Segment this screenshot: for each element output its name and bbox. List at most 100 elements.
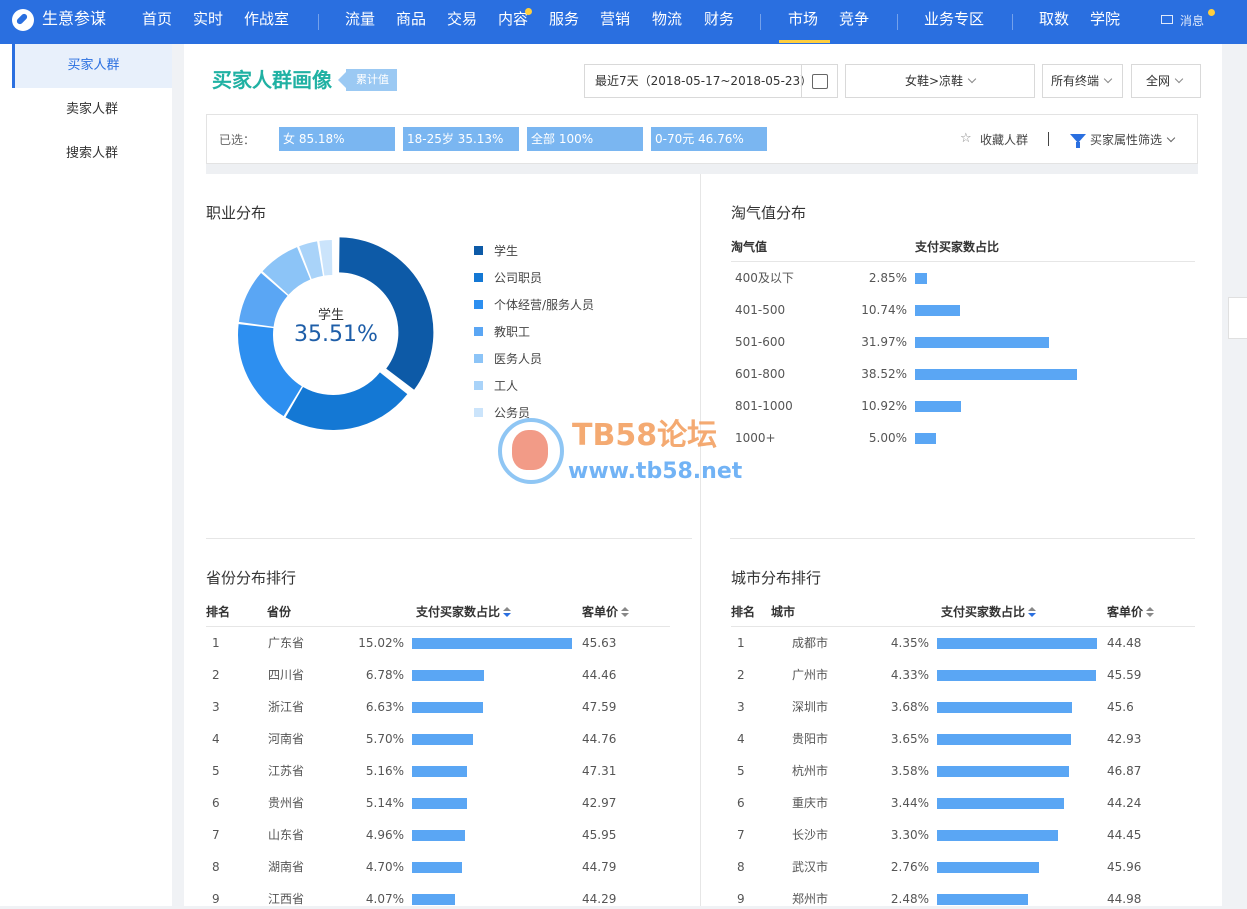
divider: [1048, 132, 1049, 146]
table-row[interactable]: 7 长沙市 3.30% 44.45: [731, 825, 1195, 845]
nav-products[interactable]: 商品: [396, 8, 426, 30]
city-col-price-sort[interactable]: 客单价: [1107, 603, 1155, 620]
nav-divider: [760, 14, 761, 30]
table-row[interactable]: 9 郑州市 2.48% 44.98: [731, 889, 1195, 909]
messages-link[interactable]: 消息: [1180, 12, 1204, 29]
table-row[interactable]: 6 贵州省 5.14% 42.97: [206, 793, 670, 813]
star-icon[interactable]: ☆: [960, 131, 972, 147]
sidebar-item-search-crowd[interactable]: 搜索人群: [12, 132, 172, 176]
nav-market[interactable]: 市场: [788, 8, 818, 30]
table-row[interactable]: 2 四川省 6.78% 44.46: [206, 665, 670, 685]
row-rank: 1: [212, 636, 220, 650]
selected-chip-gender[interactable]: 女 85.18%: [279, 127, 395, 151]
table-row[interactable]: 3 浙江省 6.63% 47.59: [206, 697, 670, 717]
buyer-attribute-filter-button[interactable]: 买家属性筛选: [1090, 131, 1176, 148]
page-title: 买家人群画像: [212, 68, 332, 92]
table-row[interactable]: 8 武汉市 2.76% 45.96: [731, 857, 1195, 877]
donut-slice-1[interactable]: [285, 372, 408, 430]
nav-transactions[interactable]: 交易: [447, 8, 477, 30]
row-price: 44.24: [1107, 796, 1142, 810]
nav-business-zone[interactable]: 业务专区: [924, 8, 984, 30]
sidebar-item-buyer-crowd[interactable]: 买家人群: [12, 44, 172, 88]
mail-icon[interactable]: [1161, 15, 1173, 24]
row-name: 贵阳市: [792, 732, 829, 746]
legend-label: 教职工: [494, 325, 531, 339]
table-row[interactable]: 3 深圳市 3.68% 45.6: [731, 697, 1195, 717]
calendar-icon[interactable]: [801, 65, 837, 97]
province-col-share-sort[interactable]: 支付买家数占比: [416, 603, 512, 620]
table-row[interactable]: 2 广州市 4.33% 45.59: [731, 665, 1195, 685]
row-pct: 5.16%: [365, 764, 404, 778]
row-divider: [730, 538, 1195, 539]
nav-academy[interactable]: 学院: [1090, 8, 1120, 30]
row-rank: 4: [212, 732, 220, 746]
table-row: 1000+ 5.00%: [731, 428, 1195, 448]
nav-data-fetch[interactable]: 取数: [1039, 8, 1069, 30]
filter-label-text: 买家属性筛选: [1090, 133, 1163, 147]
row-rank: 9: [212, 892, 220, 906]
table-row: 801-1000 10.92%: [731, 396, 1195, 416]
nav-war-room[interactable]: 作战室: [244, 8, 289, 30]
taoqi-col-range: 淘气值: [731, 240, 768, 254]
row-price: 45.95: [582, 828, 617, 842]
terminal-select[interactable]: 所有终端: [1042, 64, 1123, 98]
row-name: 湖南省: [268, 860, 305, 874]
side-tool-tab[interactable]: [1228, 297, 1247, 339]
nav-marketing[interactable]: 营销: [600, 8, 630, 30]
province-col-price-sort[interactable]: 客单价: [582, 603, 630, 620]
table-row[interactable]: 1 广东省 15.02% 45.63: [206, 633, 670, 653]
selected-chip-age[interactable]: 18-25岁 35.13%: [403, 127, 519, 151]
nav-finance[interactable]: 财务: [704, 8, 734, 30]
row-pct: 6.63%: [365, 700, 404, 714]
taoqi-bar: [915, 433, 936, 444]
row-name: 郑州市: [792, 892, 829, 906]
favorite-crowd-button[interactable]: 收藏人群: [980, 131, 1028, 148]
legend-label: 个体经营/服务人员: [494, 298, 595, 312]
category-select[interactable]: 女鞋>凉鞋: [845, 64, 1035, 98]
row-name: 成都市: [792, 636, 829, 650]
brand-name[interactable]: 生意参谋: [42, 8, 106, 30]
row-name: 深圳市: [792, 700, 829, 714]
table-row[interactable]: 4 河南省 5.70% 44.76: [206, 729, 670, 749]
province-col-share-label: 支付买家数占比: [416, 605, 501, 619]
sidebar-item-seller-crowd[interactable]: 卖家人群: [12, 88, 172, 132]
sort-icon[interactable]: [1028, 607, 1037, 617]
row-bar: [937, 638, 1097, 649]
table-row[interactable]: 1 成都市 4.35% 44.48: [731, 633, 1195, 653]
nav-logistics[interactable]: 物流: [652, 8, 682, 30]
nav-traffic[interactable]: 流量: [345, 8, 375, 30]
legend-label: 公司职员: [494, 271, 543, 285]
legend-swatch: [474, 300, 483, 309]
taoqi-pct: 10.92%: [861, 399, 907, 413]
city-col-name: 城市: [771, 605, 796, 619]
sort-icon[interactable]: [1146, 607, 1155, 617]
nav-realtime[interactable]: 实时: [193, 8, 223, 30]
row-price: 44.45: [1107, 828, 1142, 842]
sort-icon[interactable]: [621, 607, 630, 617]
sort-icon[interactable]: [503, 607, 512, 617]
table-row[interactable]: 7 山东省 4.96% 45.95: [206, 825, 670, 845]
row-name: 武汉市: [792, 860, 829, 874]
selected-chip-all[interactable]: 全部 100%: [527, 127, 643, 151]
table-row[interactable]: 4 贵阳市 3.65% 42.93: [731, 729, 1195, 749]
row-pct: 3.65%: [890, 732, 929, 746]
table-row[interactable]: 6 重庆市 3.44% 44.24: [731, 793, 1195, 813]
row-bar: [937, 894, 1029, 905]
nav-competition[interactable]: 竞争: [839, 8, 869, 30]
scope-select[interactable]: 全网: [1131, 64, 1201, 98]
table-row[interactable]: 8 湖南省 4.70% 44.79: [206, 857, 670, 877]
row-rank: 7: [737, 828, 745, 842]
table-row[interactable]: 5 江苏省 5.16% 47.31: [206, 761, 670, 781]
nav-content[interactable]: 内容: [498, 8, 528, 30]
table-row[interactable]: 5 杭州市 3.58% 46.87: [731, 761, 1195, 781]
compass-logo-icon[interactable]: [12, 9, 34, 31]
legend-label: 医务人员: [494, 352, 543, 366]
table-row[interactable]: 9 江西省 4.07% 44.29: [206, 889, 670, 909]
selection-label: 已选：: [219, 133, 256, 147]
date-range-picker[interactable]: 最近7天（2018-05-17~2018-05-23）: [584, 64, 838, 98]
city-col-share-sort[interactable]: 支付买家数占比: [941, 603, 1037, 620]
selected-chip-price[interactable]: 0-70元 46.76%: [651, 127, 767, 151]
row-bar: [412, 798, 467, 809]
nav-service[interactable]: 服务: [549, 8, 579, 30]
nav-home[interactable]: 首页: [142, 8, 172, 30]
